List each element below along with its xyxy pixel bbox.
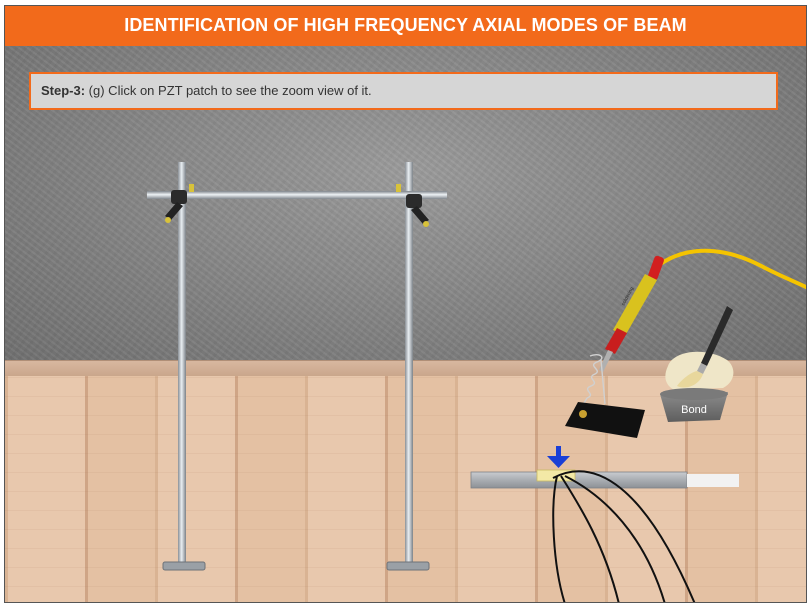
crossbar	[147, 191, 447, 199]
aluminum-beam	[470, 471, 688, 489]
pad-connector	[579, 410, 587, 418]
down-arrow-icon	[547, 446, 570, 468]
iron-cable	[653, 248, 806, 290]
beam	[470, 471, 739, 489]
right-stand-rod	[405, 162, 413, 567]
left-stand-base	[162, 561, 206, 571]
simulation-frame: IDENTIFICATION OF HIGH FREQUENCY AXIAL M…	[4, 5, 807, 603]
right-stand-base	[386, 561, 430, 571]
left-stand	[162, 162, 206, 571]
lab-scene: soldering Bond	[147, 162, 806, 602]
bond-bowl-icon[interactable]: Bond	[660, 351, 734, 422]
sponge-pad	[565, 402, 645, 438]
pzt-wires	[552, 470, 696, 602]
left-stand-rod	[178, 162, 186, 567]
bond-label: Bond	[681, 404, 707, 416]
soldering-iron-icon[interactable]: soldering	[599, 255, 665, 372]
beam-end	[687, 474, 739, 487]
